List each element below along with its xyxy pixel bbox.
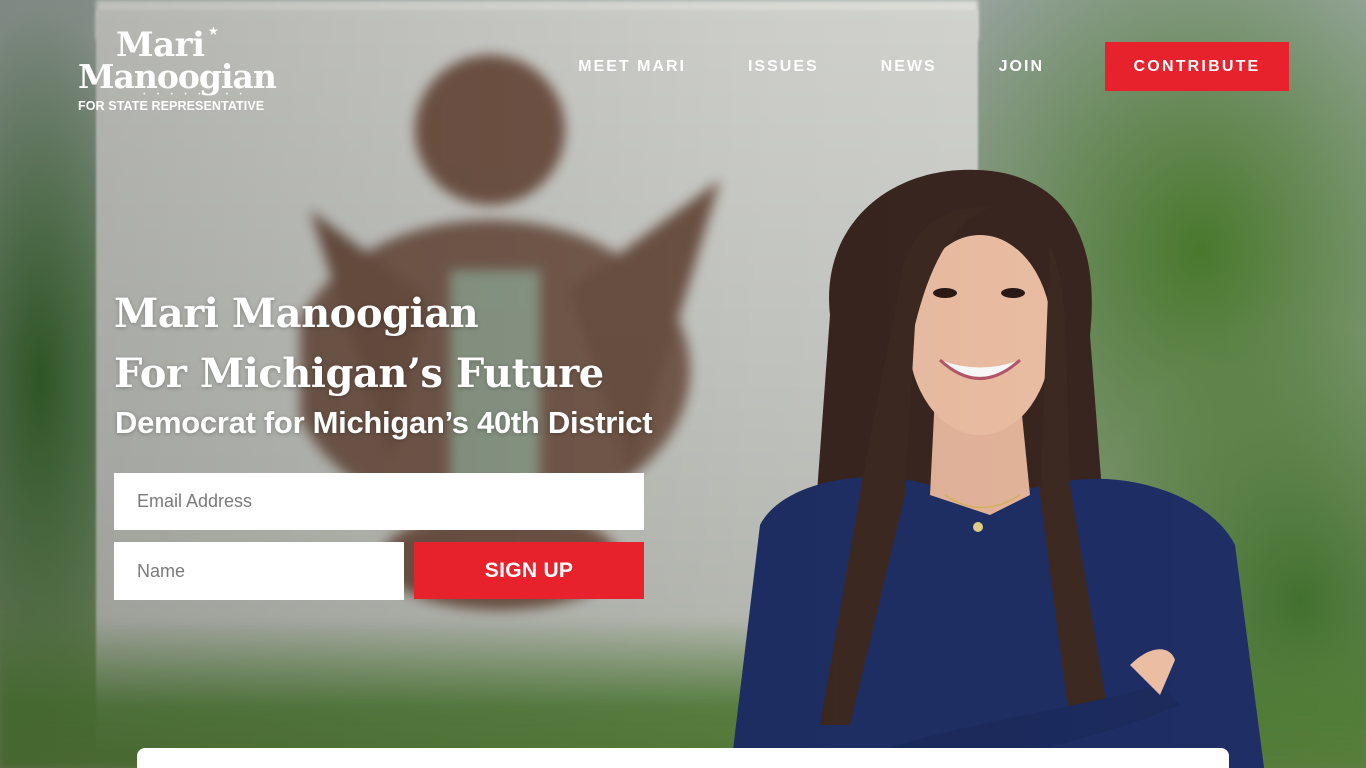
hero-title-line2: For Michigan’s Future <box>114 350 604 397</box>
logo-first-name: Mari <box>116 25 205 65</box>
logo-tagline: FOR STATE REPRESENTATIVE <box>78 99 265 113</box>
site-logo[interactable]: Mari ★ Manoogian • • • • • • • • FOR STA… <box>78 24 278 113</box>
nav-issues[interactable]: ISSUES <box>748 58 819 76</box>
sign-up-button[interactable]: SIGN UP <box>414 542 644 599</box>
star-icon: ★ <box>208 24 219 38</box>
hero-subtitle: Democrat for Michigan’s 40th District <box>115 405 653 440</box>
nav-news[interactable]: NEWS <box>881 58 937 76</box>
hero-title-line1: Mari Manoogian <box>114 290 479 337</box>
nav-join[interactable]: JOIN <box>999 58 1044 76</box>
nav-meet-mari[interactable]: MEET MARI <box>578 58 686 76</box>
hero-title: Mari Manoogian For Michigan’s Future <box>114 284 604 404</box>
name-input[interactable] <box>114 542 404 600</box>
main-nav: MEET MARI ISSUES NEWS JOIN CONTRIBUTE <box>578 42 1289 91</box>
contribute-button[interactable]: CONTRIBUTE <box>1105 42 1289 91</box>
content-card-top <box>137 748 1229 768</box>
email-input[interactable] <box>114 473 644 530</box>
